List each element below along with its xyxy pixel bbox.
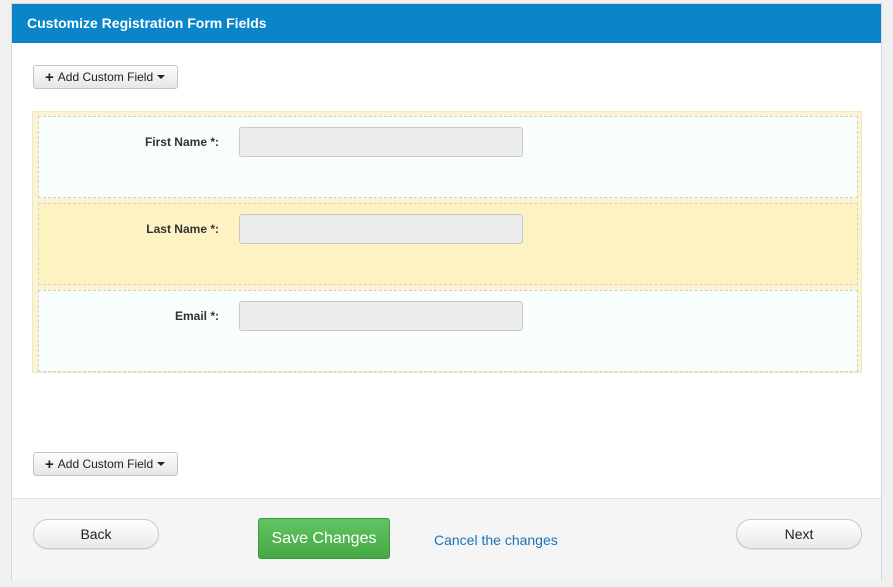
field-row-first-name[interactable]: First Name *: [38,116,858,198]
add-custom-field-label: Add Custom Field [57,457,154,471]
next-button[interactable]: Next [736,519,862,549]
first-name-label: First Name *: [144,135,219,149]
form-fields-area: First Name *: Last Name *: Email *: [32,111,862,373]
back-button[interactable]: Back [33,519,159,549]
field-row-email[interactable]: Email *: [38,290,858,372]
form-editor-window: Customize Registration Form Fields + Add… [11,3,882,581]
plus-icon: + [45,68,54,86]
plus-icon: + [45,455,54,473]
caret-down-icon [157,75,166,79]
caret-down-icon [157,462,166,466]
first-name-input[interactable] [239,127,523,157]
footer-bar: Back Save Changes Cancel the changes Nex… [12,498,881,581]
cancel-changes-link[interactable]: Cancel the changes [434,532,558,548]
save-changes-button[interactable]: Save Changes [258,518,390,559]
email-label: Email *: [174,309,219,323]
add-custom-field-button-top[interactable]: + Add Custom Field [33,65,178,89]
page-title: Customize Registration Form Fields [12,4,881,43]
email-input[interactable] [239,301,523,331]
add-custom-field-button-bottom[interactable]: + Add Custom Field [33,452,178,476]
last-name-label: Last Name *: [146,222,219,236]
add-custom-field-label: Add Custom Field [57,70,154,84]
field-row-last-name[interactable]: Last Name *: [38,203,858,285]
last-name-input[interactable] [239,214,523,244]
